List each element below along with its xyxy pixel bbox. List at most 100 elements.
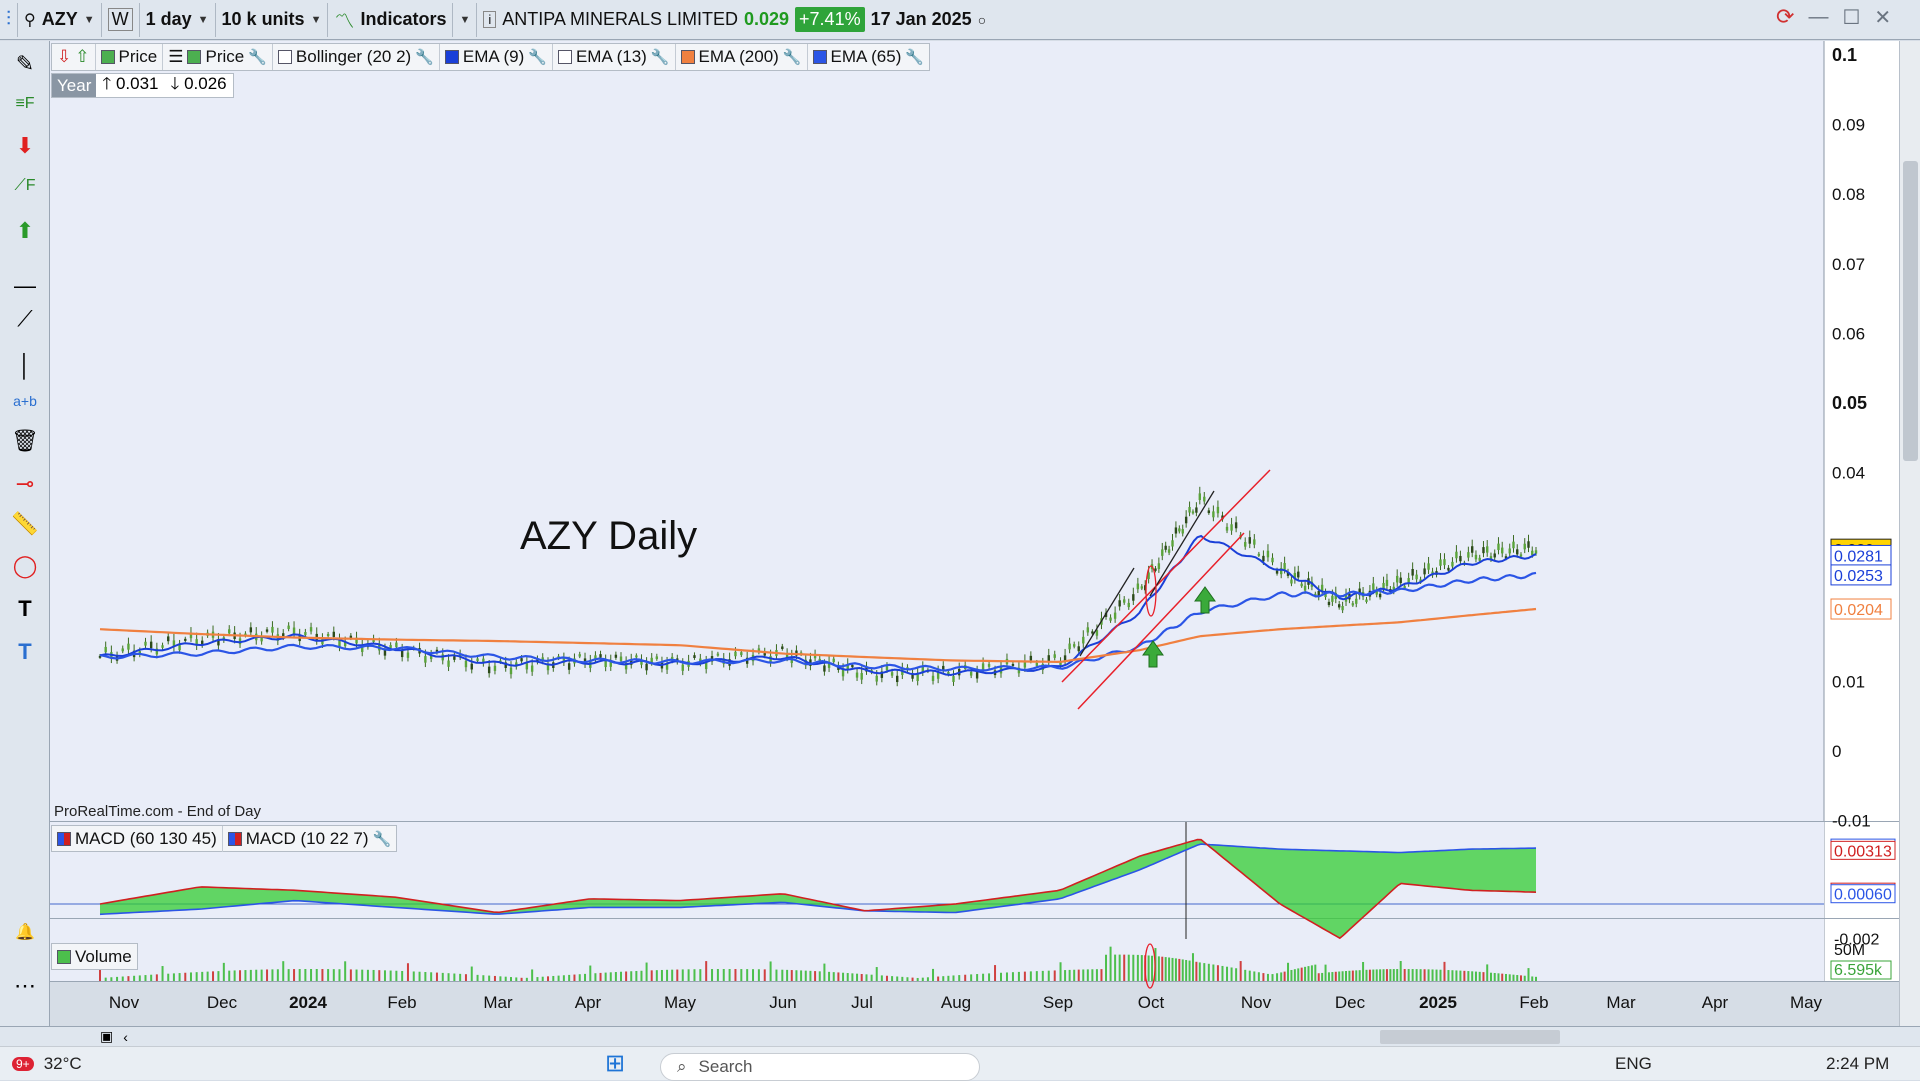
- candle-body: [740, 652, 743, 656]
- volume-bar: [116, 976, 119, 981]
- down-arrow-icon[interactable]: ⬇: [10, 131, 40, 161]
- volume-bar: [1207, 963, 1210, 981]
- fib-fan-icon[interactable]: ⟋F: [10, 171, 40, 201]
- up-arrow-icon[interactable]: ⬆: [10, 216, 40, 246]
- maximize-icon[interactable]: ☐: [1842, 5, 1860, 30]
- price-tick-label: 0: [1832, 742, 1841, 761]
- fib-icon[interactable]: ≡F: [10, 89, 40, 119]
- w-button[interactable]: W: [102, 2, 140, 37]
- volume-bar: [453, 973, 456, 981]
- info-icon[interactable]: i: [483, 11, 497, 28]
- candle-body: [1195, 507, 1198, 513]
- units-selector[interactable]: 10 k units ▼: [216, 2, 329, 37]
- taskbar-search[interactable]: ⌕ Search: [660, 1053, 980, 1081]
- candle-body: [1035, 662, 1039, 666]
- wrench-icon[interactable]: 🔧: [905, 48, 924, 66]
- trash-icon[interactable]: 🗑: [10, 426, 40, 456]
- legend-item-ema9[interactable]: EMA (9) 🔧: [440, 44, 553, 70]
- volume-bar: [1334, 971, 1337, 981]
- indicators-dropdown[interactable]: ▼: [453, 2, 478, 37]
- ray-icon[interactable]: ⊸: [10, 469, 40, 499]
- candle-body: [389, 645, 392, 648]
- ellipse-icon[interactable]: ◯: [10, 551, 40, 581]
- upload-icon[interactable]: ⇧: [75, 47, 89, 67]
- price-panel[interactable]: [50, 41, 1824, 821]
- volume-bar: [1000, 972, 1003, 981]
- chart-area[interactable]: 0.1 0.09 0.08 0.07 0.06 0.05 0.04 0.01 0 -0.01 0.…: [50, 41, 1899, 1026]
- weather-text[interactable]: 32°C: [44, 1054, 82, 1074]
- volume-bar: [127, 976, 130, 981]
- wrench-icon[interactable]: 🔧: [415, 48, 434, 66]
- legend-arrows[interactable]: ⇩ ⇧: [52, 44, 96, 70]
- clock[interactable]: 2:24 PM: [1826, 1054, 1889, 1074]
- volume-bar: [1280, 972, 1283, 981]
- legend-item-volume[interactable]: Volume: [52, 944, 137, 970]
- download-icon[interactable]: ⇩: [57, 47, 71, 67]
- candle-body: [1378, 593, 1382, 598]
- segment-icon[interactable]: ⟋: [10, 304, 40, 334]
- volume-bar: [676, 969, 679, 981]
- minimize-icon[interactable]: —: [1808, 6, 1828, 29]
- alerts-icon[interactable]: 🔔: [10, 917, 40, 947]
- ruler-icon[interactable]: 📏: [10, 509, 40, 539]
- legend-item-ema65[interactable]: EMA (65) 🔧: [808, 44, 930, 70]
- text-tool-icon[interactable]: a+b: [10, 386, 40, 416]
- volume-bar: [1185, 959, 1188, 981]
- volume-bar: [1467, 971, 1470, 981]
- text-box-icon[interactable]: T: [10, 594, 40, 624]
- legend-label: Price: [118, 47, 158, 66]
- volume-bar: [222, 962, 225, 981]
- year-range-box: Year 🡑 0.031 🡓 0.026: [51, 73, 234, 98]
- close-icon[interactable]: ✕: [1874, 5, 1891, 30]
- volume-bar: [823, 963, 826, 981]
- volume-bar: [1341, 971, 1344, 981]
- text-label-icon[interactable]: T: [10, 637, 40, 667]
- scroll-thumb[interactable]: [1903, 161, 1918, 461]
- legend-item-price-2[interactable]: ☰ Price 🔧: [163, 44, 273, 70]
- pen-icon[interactable]: ✎: [10, 49, 40, 79]
- volume-bar: [921, 977, 924, 981]
- candle-body: [1271, 557, 1274, 563]
- vertical-scrollbar[interactable]: [1899, 41, 1920, 1026]
- color-swatch: [444, 50, 459, 64]
- legend-item-bollinger[interactable]: Bollinger (20 2) 🔧: [273, 44, 440, 70]
- candle-body: [832, 658, 835, 663]
- volume-bar: [1407, 969, 1410, 981]
- volume-bar: [1493, 973, 1496, 981]
- scroll-left-icon[interactable]: ‹: [123, 1029, 128, 1045]
- volume-bar: [150, 974, 153, 981]
- volume-bar: [851, 973, 854, 981]
- legend-item-macd-2[interactable]: MACD (10 22 7) 🔧: [223, 826, 397, 852]
- color-swatch: [680, 50, 695, 64]
- chart-type-button[interactable]: ⫶: [0, 2, 18, 37]
- vertical-line-icon[interactable]: │: [10, 351, 40, 381]
- legend-item-price[interactable]: Price: [96, 44, 164, 70]
- candle-body: [1399, 577, 1402, 584]
- radio-icon[interactable]: ○: [978, 12, 986, 28]
- legend-item-ema13[interactable]: EMA (13) 🔧: [553, 44, 676, 70]
- legend-item-macd-1[interactable]: MACD (60 130 45): [52, 825, 223, 852]
- more-icon[interactable]: ⋯: [10, 971, 40, 1001]
- time-axis-label: Sep: [1043, 993, 1073, 1012]
- price-tick-label: 0.06: [1832, 324, 1865, 343]
- language-indicator[interactable]: ENG: [1615, 1054, 1652, 1074]
- wrench-icon[interactable]: 🔧: [651, 48, 670, 66]
- windows-start-icon[interactable]: ⊞: [605, 1049, 625, 1078]
- candle-body: [487, 666, 491, 674]
- wrench-icon[interactable]: 🔧: [783, 48, 802, 66]
- wrench-icon[interactable]: 🔧: [248, 48, 267, 66]
- legend-item-ema200[interactable]: EMA (200) 🔧: [676, 44, 808, 70]
- time-axis-label: Nov: [1241, 993, 1272, 1012]
- indicators-button[interactable]: 〽 Indicators: [328, 2, 454, 37]
- sync-icon[interactable]: ⟳: [1776, 4, 1794, 30]
- horizontal-scroll-thumb[interactable]: [1380, 1030, 1560, 1044]
- horizontal-line-icon[interactable]: —: [10, 271, 40, 301]
- wrench-icon[interactable]: 🔧: [528, 48, 547, 66]
- wrench-icon[interactable]: 🔧: [373, 830, 392, 848]
- candle-body: [1181, 529, 1184, 534]
- symbol-selector[interactable]: ⚲ AZY ▼: [18, 2, 102, 37]
- volume-bar: [1174, 958, 1177, 981]
- analyze-tab[interactable]: ▣: [100, 1028, 113, 1045]
- period-selector[interactable]: 1 day ▼: [140, 2, 216, 37]
- volume-bar: [266, 969, 269, 981]
